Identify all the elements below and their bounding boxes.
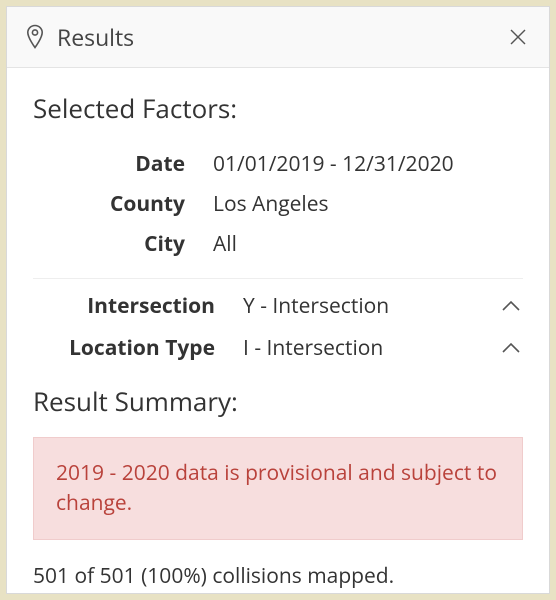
factor-row-city: City All: [33, 224, 523, 264]
accordion-value: I - Intersection: [243, 334, 499, 362]
divider: [33, 278, 523, 279]
factors-table: Date 01/01/2019 - 12/31/2020 County Los …: [33, 144, 523, 264]
accordion-row-location-type[interactable]: Location Type I - Intersection: [33, 327, 523, 369]
factor-row-date: Date 01/01/2019 - 12/31/2020: [33, 144, 523, 184]
chevron-up-icon: [499, 336, 523, 360]
panel-body: Selected Factors: Date 01/01/2019 - 12/3…: [7, 68, 549, 600]
pin-icon: [25, 24, 45, 50]
accordion-row-intersection[interactable]: Intersection Y - Intersection: [33, 285, 523, 327]
factor-label: City: [33, 230, 213, 258]
accordion-label: Intersection: [33, 292, 243, 320]
factor-label: Date: [33, 150, 213, 178]
factor-label: County: [33, 190, 213, 218]
close-button[interactable]: [505, 24, 531, 50]
close-icon: [508, 27, 528, 47]
factor-row-county: County Los Angeles: [33, 184, 523, 224]
result-summary-heading: Result Summary:: [33, 383, 523, 419]
factors-accordion: Intersection Y - Intersection Location T…: [33, 285, 523, 369]
factor-value: 01/01/2019 - 12/31/2020: [213, 150, 454, 178]
factor-value: All: [213, 230, 237, 258]
selected-factors-heading: Selected Factors:: [33, 90, 523, 126]
accordion-value: Y - Intersection: [243, 292, 499, 320]
panel-title: Results: [57, 21, 134, 53]
accordion-label: Location Type: [33, 334, 243, 362]
collisions-mapped-text: 501 of 501 (100%) collisions mapped.: [33, 562, 523, 590]
results-panel: Results Selected Factors: Date 01/01/201…: [6, 6, 550, 594]
factor-value: Los Angeles: [213, 190, 329, 218]
titlebar: Results: [7, 7, 549, 68]
chevron-up-icon: [499, 294, 523, 318]
provisional-data-alert: 2019 - 2020 data is provisional and subj…: [33, 437, 523, 540]
